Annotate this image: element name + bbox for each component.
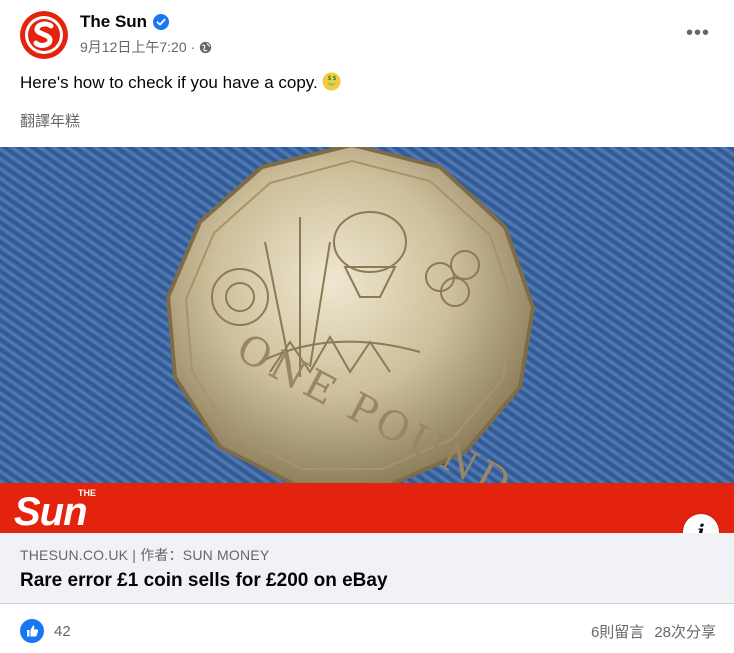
- more-options-button[interactable]: •••: [682, 20, 714, 46]
- svg-text:$: $: [333, 76, 337, 82]
- the-sun-avatar-logo: [20, 11, 68, 59]
- like-reaction-icon: [20, 619, 44, 643]
- page-name-text[interactable]: The Sun: [80, 12, 147, 32]
- shares-count[interactable]: 28次分享: [654, 621, 716, 642]
- svg-text:$: $: [328, 76, 332, 82]
- post-image[interactable]: ONE POUND: [0, 147, 734, 483]
- comments-count[interactable]: 6則留言: [591, 621, 644, 642]
- post-text: Here's how to check if you have a copy. …: [20, 72, 342, 94]
- post-timestamp[interactable]: 9月12日上午7:20: [80, 38, 187, 56]
- money-mouth-face-emoji-icon: $ $: [322, 72, 342, 91]
- post-text-content: Here's how to check if you have a copy.: [20, 73, 318, 92]
- link-preview[interactable]: THESUN.CO.UK | 作者：SUN MONEY Rare error £…: [0, 533, 734, 604]
- svg-text:THE: THE: [78, 488, 96, 498]
- translate-link[interactable]: 翻譯年糕: [20, 110, 80, 131]
- the-sun-logo: Sun THE: [14, 488, 96, 534]
- reaction-count[interactable]: 42: [54, 623, 71, 640]
- verified-badge-icon: [153, 14, 170, 30]
- link-source: THESUN.CO.UK | 作者：SUN MONEY: [20, 547, 270, 563]
- post-stats: 6則留言 28次分享: [591, 621, 716, 642]
- reaction-summary[interactable]: 42: [20, 619, 71, 643]
- page-name[interactable]: The Sun: [80, 12, 170, 32]
- more-dots-icon: •••: [685, 21, 710, 44]
- link-title[interactable]: Rare error £1 coin sells for £200 on eBa…: [20, 570, 388, 592]
- svg-text:Sun: Sun: [14, 490, 87, 533]
- post-meta: 9月12日上午7:20 ·: [80, 38, 212, 56]
- coin-on-denim-photo: ONE POUND: [0, 147, 734, 483]
- page-avatar[interactable]: [20, 11, 68, 59]
- globe-icon[interactable]: [199, 41, 212, 54]
- the-sun-brand-bar: Sun THE: [0, 483, 734, 534]
- facebook-post: The Sun 9月12日上午7:20 · ••• Here's how to …: [0, 0, 734, 653]
